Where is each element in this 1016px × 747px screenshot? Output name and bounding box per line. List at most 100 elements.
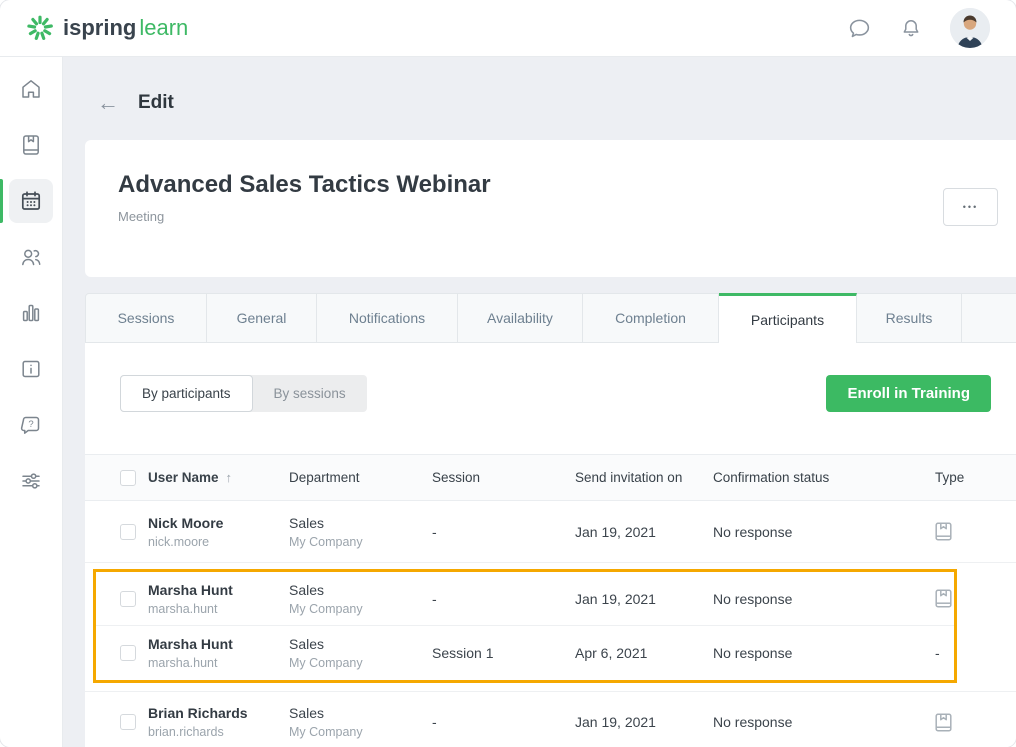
user-name: Brian Richards (148, 705, 289, 721)
sidebar-item-calendar[interactable] (9, 179, 53, 223)
sidebar-item-info[interactable] (9, 349, 53, 389)
table-row[interactable]: Marsha Hunt marsha.hunt Sales My Company… (96, 626, 954, 680)
confirmation-status-cell: No response (713, 524, 935, 540)
table-row[interactable]: Marsha Hunt marsha.hunt Sales My Company… (96, 572, 954, 626)
user-avatar[interactable] (950, 8, 990, 48)
department-cell: Sales My Company (289, 636, 432, 670)
confirmation-status-cell: No response (713, 591, 935, 607)
user-login: marsha.hunt (148, 656, 289, 670)
active-item-indicator (0, 179, 3, 223)
participants-panel: By participants By sessions Enroll in Tr… (85, 343, 1016, 747)
page-title: Edit (138, 92, 174, 114)
enroll-in-training-button[interactable]: Enroll in Training (826, 375, 991, 412)
top-bar: ispringlearn (0, 0, 1016, 57)
course-type-label: Meeting (118, 209, 1016, 224)
column-header-department: Department (289, 470, 432, 485)
tab-notifications[interactable]: Notifications (317, 293, 458, 343)
select-all-checkbox[interactable] (120, 470, 136, 486)
company: My Company (289, 725, 432, 739)
participants-toolbar: By participants By sessions Enroll in Tr… (85, 343, 1016, 412)
info-box-icon (19, 357, 43, 381)
department: Sales (289, 636, 432, 652)
invitation-date-cell: Jan 19, 2021 (575, 714, 713, 730)
row-checkbox[interactable] (120, 645, 136, 661)
book-type-icon (935, 713, 952, 732)
sidebar-item-users[interactable] (9, 237, 53, 277)
department: Sales (289, 582, 432, 598)
sort-asc-icon: ↑ (226, 470, 233, 485)
tab-availability[interactable]: Availability (458, 293, 583, 343)
column-header-send-invitation-on: Send invitation on (575, 470, 713, 485)
logo-ispring: ispring (63, 15, 136, 40)
book-type-icon (935, 589, 952, 608)
type-cell (935, 589, 954, 608)
type-cell (935, 713, 1016, 732)
more-options-button[interactable]: ••• (943, 188, 998, 226)
department-cell: Sales My Company (289, 582, 432, 616)
user-name-header-label: User Name (148, 470, 219, 485)
notifications-bell-icon[interactable] (899, 16, 923, 40)
session-cell: - (432, 591, 575, 607)
user-login: marsha.hunt (148, 602, 289, 616)
sidebar-item-courses[interactable] (9, 125, 53, 165)
help-icon: ? (19, 413, 43, 437)
logo-spinner-icon (26, 14, 54, 42)
sidebar-item-reports[interactable] (9, 293, 53, 333)
company: My Company (289, 602, 432, 616)
filters-icon (19, 469, 43, 493)
confirmation-status-cell: No response (713, 714, 935, 730)
column-header-session: Session (432, 470, 575, 485)
tab-bar-filler (962, 293, 1016, 343)
column-header-confirmation-status: Confirmation status (713, 470, 935, 485)
user-login: brian.richards (148, 725, 289, 739)
session-cell: - (432, 714, 575, 730)
user-name: Marsha Hunt (148, 582, 289, 598)
column-header-user-name[interactable]: User Name ↑ (148, 470, 289, 485)
people-icon (19, 245, 43, 269)
sidebar-item-settings[interactable] (9, 461, 53, 501)
company: My Company (289, 535, 432, 549)
row-checkbox[interactable] (120, 591, 136, 607)
invitation-date-cell: Jan 19, 2021 (575, 591, 713, 607)
course-title: Advanced Sales Tactics Webinar (118, 171, 1016, 199)
type-cell: - (935, 645, 954, 661)
tab-results[interactable]: Results (857, 293, 962, 343)
ispring-learn-logo[interactable]: ispringlearn (26, 14, 188, 42)
session-cell: - (432, 524, 575, 540)
sidebar-item-home[interactable] (9, 69, 53, 109)
main-area: ← Edit Advanced Sales Tactics Webinar Me… (63, 57, 1016, 747)
course-header-card: Advanced Sales Tactics Webinar Meeting •… (85, 140, 1016, 277)
department: Sales (289, 705, 432, 721)
table-row[interactable]: Brian Richards brian.richards Sales My C… (85, 691, 1016, 747)
participants-table: User Name ↑ Department Session Send invi… (85, 454, 1016, 747)
page-header: ← Edit (63, 57, 1016, 114)
tab-general[interactable]: General (207, 293, 317, 343)
highlighted-rows-box: Marsha Hunt marsha.hunt Sales My Company… (93, 569, 957, 683)
user-cell: Marsha Hunt marsha.hunt (148, 636, 289, 670)
session-cell: Session 1 (432, 645, 575, 661)
company: My Company (289, 656, 432, 670)
tab-participants[interactable]: Participants (719, 293, 857, 343)
department-cell: Sales My Company (289, 515, 432, 549)
tab-sessions[interactable]: Sessions (85, 293, 207, 343)
invitation-date-cell: Apr 6, 2021 (575, 645, 713, 661)
table-header-row: User Name ↑ Department Session Send invi… (85, 454, 1016, 501)
invitation-date-cell: Jan 19, 2021 (575, 524, 713, 540)
tab-completion[interactable]: Completion (583, 293, 719, 343)
type-cell (935, 522, 1016, 541)
table-row[interactable]: Nick Moore nick.moore Sales My Company -… (85, 501, 1016, 563)
sidebar-item-help[interactable]: ? (9, 405, 53, 445)
sidebar: ? (0, 57, 63, 747)
topbar-actions (847, 8, 990, 48)
back-arrow-icon[interactable]: ← (97, 92, 119, 114)
book-type-icon (935, 522, 952, 541)
user-cell: Brian Richards brian.richards (148, 705, 289, 739)
toggle-by-participants[interactable]: By participants (120, 375, 253, 412)
tab-bar: Sessions General Notifications Availabil… (85, 293, 1016, 343)
department-cell: Sales My Company (289, 705, 432, 739)
row-checkbox[interactable] (120, 714, 136, 730)
home-icon (19, 77, 43, 101)
toggle-by-sessions[interactable]: By sessions (253, 375, 367, 412)
row-checkbox[interactable] (120, 524, 136, 540)
messages-icon[interactable] (847, 16, 872, 41)
